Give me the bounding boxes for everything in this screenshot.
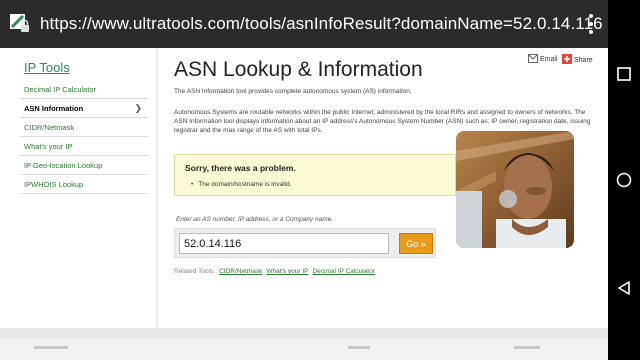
search-hint: Enter an AS number, IP address, or a Com…: [176, 216, 334, 223]
sidebar-item-whats-your-ip[interactable]: What's your IP: [20, 137, 148, 156]
intro-text: The ASN Information tool provides comple…: [174, 88, 412, 95]
share-label: Share: [574, 56, 593, 64]
search-input[interactable]: 52.0.14.116: [179, 233, 389, 254]
share-icon: [562, 54, 572, 66]
sidebar-item-ip-geolocation-lookup[interactable]: IP Geo-location Lookup: [20, 156, 148, 175]
browser-url-bar[interactable]: https://www.ultratools.com/tools/asnInfo…: [0, 0, 608, 48]
sidebar-list: Decimal IP Calculator ASN Information ❯ C…: [20, 80, 148, 194]
email-link[interactable]: Email: [528, 54, 558, 65]
page-footer: [0, 338, 608, 360]
footer-heading: [34, 346, 68, 349]
page-title: ASN Lookup & Information: [174, 58, 423, 81]
system-nav-bar: [608, 0, 640, 360]
share-link[interactable]: Share: [562, 54, 593, 66]
chevron-right-icon: ❯: [134, 103, 142, 113]
lock-icon: [0, 0, 40, 48]
go-button[interactable]: Go »: [399, 233, 433, 254]
sidebar-item-asn-information[interactable]: ASN Information ❯: [20, 99, 148, 118]
email-icon: [528, 54, 538, 65]
back-nav-icon[interactable]: [614, 278, 634, 298]
sidebar-item-decimal-ip-calculator[interactable]: Decimal IP Calculator: [20, 80, 148, 99]
footer-heading: [514, 346, 540, 349]
alert-title: Sorry, there was a problem.: [185, 163, 296, 173]
webcam-overlay: [456, 131, 574, 248]
sidebar-item-ipwhois-lookup[interactable]: IPWHOIS Lookup: [20, 175, 148, 194]
related-tools: Related Tools: CIDR/Netmask What's your …: [174, 268, 375, 275]
error-alert: Sorry, there was a problem. The domain/h…: [174, 154, 456, 196]
related-link-decimal-ip-calculator[interactable]: Decimal IP Calculator: [312, 268, 374, 275]
related-link-whats-your-ip[interactable]: What's your IP: [266, 268, 308, 275]
related-link-cidr-netmask[interactable]: CIDR/Netmask: [219, 268, 262, 275]
footer-heading: [348, 346, 370, 349]
sidebar-item-cidr-netmask[interactable]: CIDR/Netmask: [20, 118, 148, 137]
email-label: Email: [540, 56, 558, 63]
menu-overflow-icon[interactable]: [584, 12, 598, 36]
related-tools-label: Related Tools:: [174, 268, 216, 275]
search-box: 52.0.14.116 Go »: [174, 228, 436, 258]
home-nav-icon[interactable]: [614, 170, 634, 190]
alert-message: The domain/hostname is invalid.: [191, 181, 291, 188]
sidebar: IP Tools Decimal IP Calculator ASN Infor…: [0, 48, 156, 328]
sidebar-title[interactable]: IP Tools: [24, 60, 70, 75]
recents-nav-icon[interactable]: [614, 64, 634, 84]
url-text[interactable]: https://www.ultratools.com/tools/asnInfo…: [40, 14, 603, 34]
